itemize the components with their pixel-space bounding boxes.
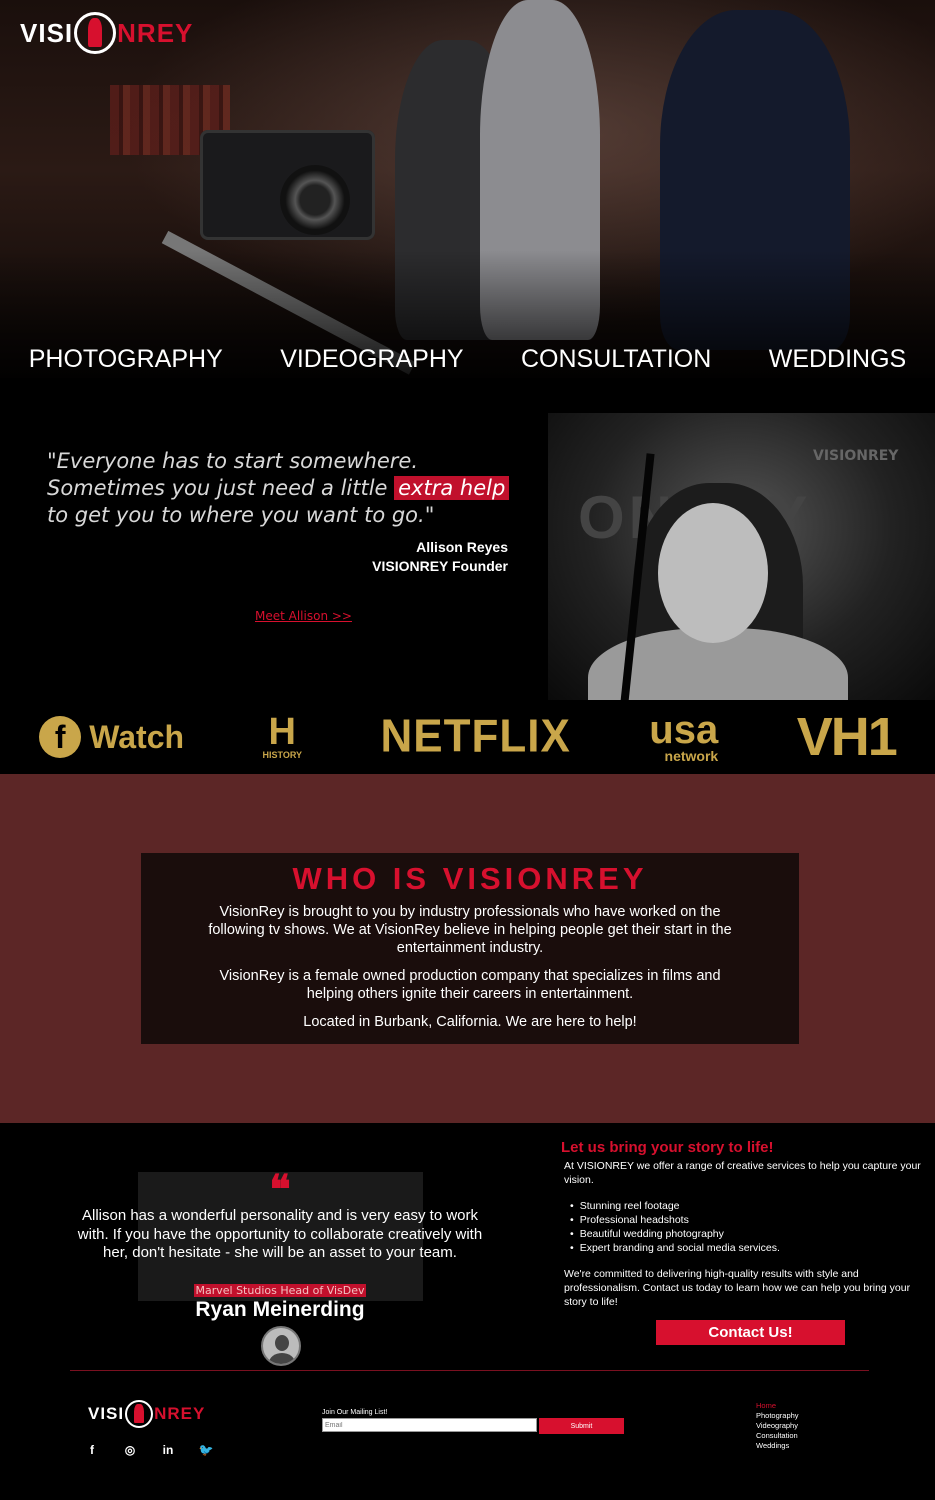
logo-emblem-icon: [74, 12, 117, 54]
about-section: WHO IS VISIONREY VisionRey is brought to…: [0, 774, 935, 1123]
list-item: Expert branding and social media service…: [570, 1241, 780, 1255]
list-item: Stunning reel footage: [570, 1199, 780, 1213]
contact-us-button[interactable]: Contact Us!: [656, 1320, 845, 1345]
logo-emblem-icon: [125, 1400, 154, 1428]
footer-nav: Home Photography Videography Consultatio…: [756, 1401, 799, 1451]
social-links: f ◎ in 🐦: [84, 1443, 214, 1461]
submit-button[interactable]: Submit: [539, 1418, 624, 1434]
twitter-icon[interactable]: 🐦: [198, 1443, 214, 1461]
footer-nav-videography[interactable]: Videography: [756, 1421, 799, 1431]
testimonial-name: Ryan Meinerding: [195, 1298, 365, 1321]
quote-highlight: extra help: [394, 476, 510, 500]
camera-lens: [280, 165, 350, 235]
quote-mark-icon: ❝: [269, 1166, 291, 1213]
about-location: Located in Burbank, California. We are h…: [303, 1014, 637, 1030]
meet-allison-link[interactable]: Meet Allison >>: [255, 609, 352, 623]
about-box: WHO IS VISIONREY VisionRey is brought to…: [141, 853, 799, 1044]
nav-videography[interactable]: VIDEOGRAPHY: [280, 345, 463, 374]
footer-logo[interactable]: VISI NREY: [88, 1400, 205, 1428]
list-item: Professional headshots: [570, 1213, 780, 1227]
netflix-logo: NETFLIX: [380, 710, 571, 763]
vh1-logo: VH1: [796, 707, 898, 767]
services-intro: At VISIONREY we offer a range of creativ…: [564, 1160, 921, 1186]
footer-nav-consultation[interactable]: Consultation: [756, 1431, 799, 1441]
testimonial-text: Allison has a wonderful personality and …: [77, 1207, 483, 1261]
email-field[interactable]: [322, 1418, 537, 1432]
testimonial-role: Marvel Studios Head of VisDev: [194, 1284, 366, 1297]
about-paragraph: VisionRey is a female owned production c…: [219, 968, 721, 1002]
list-item: Beautiful wedding photography: [570, 1227, 780, 1241]
facebook-icon: f: [39, 716, 82, 758]
history-logo: H HISTORY: [262, 711, 303, 760]
site-logo[interactable]: VISI NREY: [20, 12, 193, 54]
instagram-icon[interactable]: ◎: [122, 1443, 138, 1461]
services-list: Stunning reel footage Professional heads…: [570, 1199, 780, 1255]
network-logos: f Watch H HISTORY NETFLIX usa network VH…: [0, 700, 935, 774]
facebook-icon[interactable]: f: [84, 1443, 100, 1461]
avatar: [261, 1326, 301, 1366]
services-title: Let us bring your story to life!: [561, 1139, 774, 1156]
linkedin-icon[interactable]: in: [160, 1443, 176, 1461]
facebook-watch-logo: f Watch: [39, 716, 184, 758]
hero-banner: [0, 0, 935, 378]
about-title: WHO IS VISIONREY: [292, 861, 648, 896]
founder-quote-section: "Everyone has to start somewhere. Someti…: [0, 378, 935, 700]
quote-author: Allison Reyes VISIONREY Founder: [372, 539, 508, 574]
services-nav: PHOTOGRAPHY VIDEOGRAPHY CONSULTATION WED…: [0, 345, 935, 374]
usa-network-logo: usa network: [649, 708, 719, 764]
nav-photography[interactable]: PHOTOGRAPHY: [29, 345, 223, 374]
services-outro: We're committed to delivering high-quali…: [564, 1268, 911, 1308]
nav-weddings[interactable]: WEDDINGS: [769, 345, 907, 374]
founder-quote: "Everyone has to start somewhere. Someti…: [47, 448, 527, 529]
nav-consultation[interactable]: CONSULTATION: [521, 345, 711, 374]
footer-nav-home[interactable]: Home: [756, 1401, 799, 1411]
founder-photo: ONREY VISIONREY: [548, 413, 935, 700]
footer-nav-weddings[interactable]: Weddings: [756, 1441, 799, 1451]
footer-nav-photography[interactable]: Photography: [756, 1411, 799, 1421]
divider: [70, 1370, 869, 1371]
about-paragraph: VisionRey is brought to you by industry …: [208, 904, 732, 956]
mailing-list-label: Join Our Mailing List!: [322, 1409, 388, 1416]
